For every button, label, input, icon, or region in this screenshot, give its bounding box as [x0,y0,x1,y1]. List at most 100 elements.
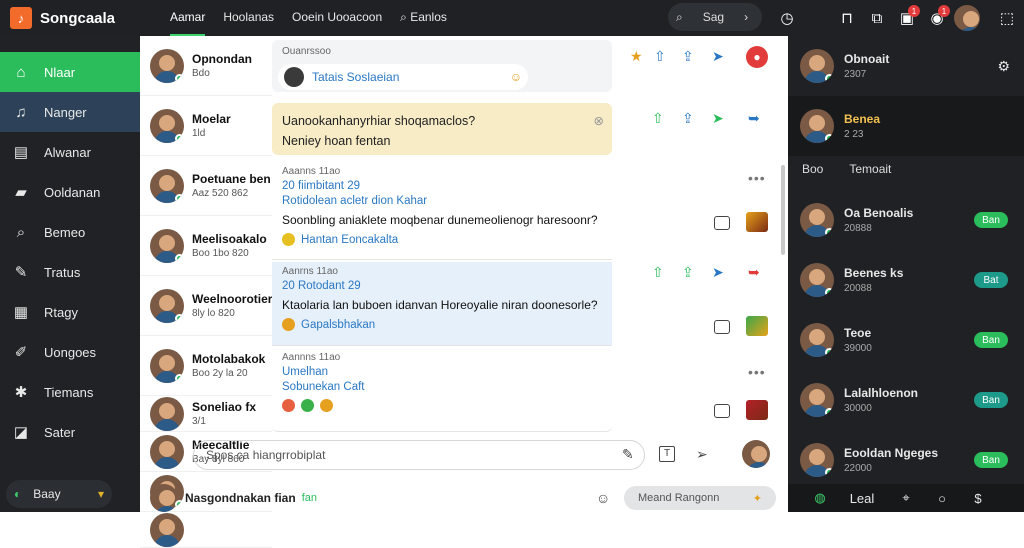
pin-icon[interactable]: ⌖ [888,490,924,506]
avatar [800,323,834,357]
media-thumbnail[interactable] [746,212,768,232]
tab-home[interactable]: Aamar [170,0,206,36]
send-icon[interactable]: ➤ [712,48,724,65]
message-composer[interactable]: Spos ca hiangrrobiplat [193,440,645,470]
tab-right-2[interactable]: Temoait [849,162,891,176]
clock-icon[interactable]: ◷ [772,3,802,33]
reply-icon[interactable] [714,320,730,334]
contact-row[interactable]: Teoe 39000 Ban [788,310,1024,370]
contact-row[interactable]: Beenes ks 20088 Bat [788,250,1024,310]
media-thumbnail[interactable] [746,316,768,336]
message-card[interactable]: Aaanns 11ao 20 fiimbitant 29 Rotidolean … [272,162,612,260]
message-card[interactable]: Aanrns 11ao 20 Rotodant 29 Ktaolaria lan… [272,262,612,346]
reply-icon[interactable] [714,404,730,418]
power-icon[interactable]: ○ [924,491,960,506]
sidebar-item-music[interactable]: ♫ Nanger [0,92,140,132]
leaf-icon: ◐ [14,487,22,501]
contact-row[interactable]: Lalalhloenon 30000 Ban [788,370,1024,430]
lock-icon[interactable]: ⊓ [832,3,862,33]
contact-row[interactable]: Oa Benoalis 20888 Ban [788,190,1024,250]
bottom-action-pill[interactable]: Meand Rangonn ✦ [624,486,776,510]
chat-row[interactable] [140,512,272,548]
chat-row[interactable]: Soneliao fx 3/1 [140,396,272,432]
chevron-right-icon: › [744,10,749,24]
chat-name: Moelar [192,112,231,126]
chat-row[interactable]: Opnondan Bdo [140,36,272,96]
search-box[interactable]: ⌕ Sag › [668,3,762,31]
share-icon[interactable]: ⇧ [654,48,666,65]
tab-right-1[interactable]: Boo [802,162,823,176]
record-icon[interactable]: ● [746,46,768,68]
copy-icon[interactable]: ⧉ [862,3,892,33]
pen-icon[interactable]: ✎ [622,446,634,463]
sidebar-item-settings[interactable]: ✱ Tiemans [0,372,140,412]
forward-icon[interactable]: ➥ [748,110,760,127]
profile-row[interactable]: Obnoait 2307 ⚙ [788,36,1024,96]
chat-row[interactable]: Meelisoakalo Boo 1bo 820 [140,216,272,276]
composer-avatar[interactable] [742,440,770,468]
sidebar-item-microphone[interactable]: ✐ Uongoes [0,332,140,372]
contact-button[interactable]: Bat [974,272,1008,288]
upload-icon[interactable]: ⇪ [682,110,694,127]
chat-row[interactable]: Moelar 1ld [140,96,272,156]
send-icon[interactable]: ➤ [712,264,724,281]
send-icon[interactable]: ➢ [696,446,708,463]
sticky-pill[interactable]: Tatais Soslaeian ☺ [278,64,528,90]
forward-icon[interactable]: ➥ [748,264,760,281]
status-toggle[interactable]: ◐ Baay ▾ [6,480,112,508]
avatar [800,383,834,417]
chat-row[interactable]: Poetuane ben Aaz 520 862 [140,156,272,216]
star-icon[interactable]: ★ [630,48,643,65]
library-icon: ▤ [13,144,29,161]
local-button[interactable]: ◍ Leal [794,490,888,506]
chat-row[interactable]: Weelnoorotier 8ly lo 820 [140,276,272,336]
online-dot [825,74,834,83]
media-thumbnail[interactable] [746,400,768,420]
dollar-icon[interactable]: $ [960,491,996,506]
sidebar-item-bookmark[interactable]: ◪ Sater [0,412,140,452]
alerts-icon[interactable]: ◉ 1 [922,3,952,33]
online-dot [175,253,184,263]
message-foot-text: Hantan Eoncakalta [301,233,399,246]
tab-2[interactable]: Hoolanas [223,0,274,36]
user-avatar[interactable] [952,3,982,33]
contact-button[interactable]: Ban [974,452,1008,468]
avatar [800,109,834,143]
tab-3[interactable]: Ooein Uooacoon [292,0,382,36]
contact-name: Teoe [844,326,872,340]
upload-icon[interactable]: ⇪ [682,48,694,65]
featured-name: Benea [844,112,881,126]
sidebar-item-library[interactable]: ▤ Alwanar [0,132,140,172]
featured-row[interactable]: Benea 2 23 [788,96,1024,156]
emoji-icon[interactable]: ☺ [596,490,610,506]
text-format-icon[interactable]: T [659,446,675,462]
share-icon[interactable]: ⇧ [652,264,664,281]
send-icon[interactable]: ➤ [712,110,724,127]
more-icon[interactable]: ••• [748,364,766,380]
sidebar-item-home[interactable]: ⌂ Nlaar [0,52,140,92]
avatar [284,67,304,87]
contact-button[interactable]: Ban [974,212,1008,228]
tab-4[interactable]: ⌕ Eanlos [400,0,447,36]
emoji-icon [282,399,295,412]
sidebar-item-search[interactable]: ⌕ Bemeo [0,212,140,252]
contact-button[interactable]: Ban [974,392,1008,408]
reply-icon[interactable] [714,216,730,230]
minimize-icon[interactable]: ⬚ [992,3,1022,33]
contact-row[interactable]: Eooldan Ngeges 22000 Ban [788,430,1024,490]
chat-row[interactable]: Motolabakok Boo 2y la 20 [140,336,272,396]
share-icon[interactable]: ⇧ [652,110,664,127]
brand[interactable]: ♪ Songcaala [0,7,140,29]
contact-button[interactable]: Ban [974,332,1008,348]
scrollbar[interactable] [781,165,785,255]
gear-icon[interactable]: ⚙ [997,58,1010,75]
message-card[interactable]: Aannns 11ao Umelhan Sobunekan Caft [272,348,612,432]
close-icon[interactable]: ⊗ [594,111,604,131]
sidebar-item-folder[interactable]: ▰ Ooldanan [0,172,140,212]
sidebar-item-store[interactable]: ▦ Rtagy [0,292,140,332]
bottom-avatar[interactable] [150,484,178,512]
notifications-icon[interactable]: ▣ 1 [892,3,922,33]
upload-icon[interactable]: ⇪ [682,264,694,281]
more-icon[interactable]: ••• [748,170,766,186]
sidebar-item-tools[interactable]: ✎ Tratus [0,252,140,292]
